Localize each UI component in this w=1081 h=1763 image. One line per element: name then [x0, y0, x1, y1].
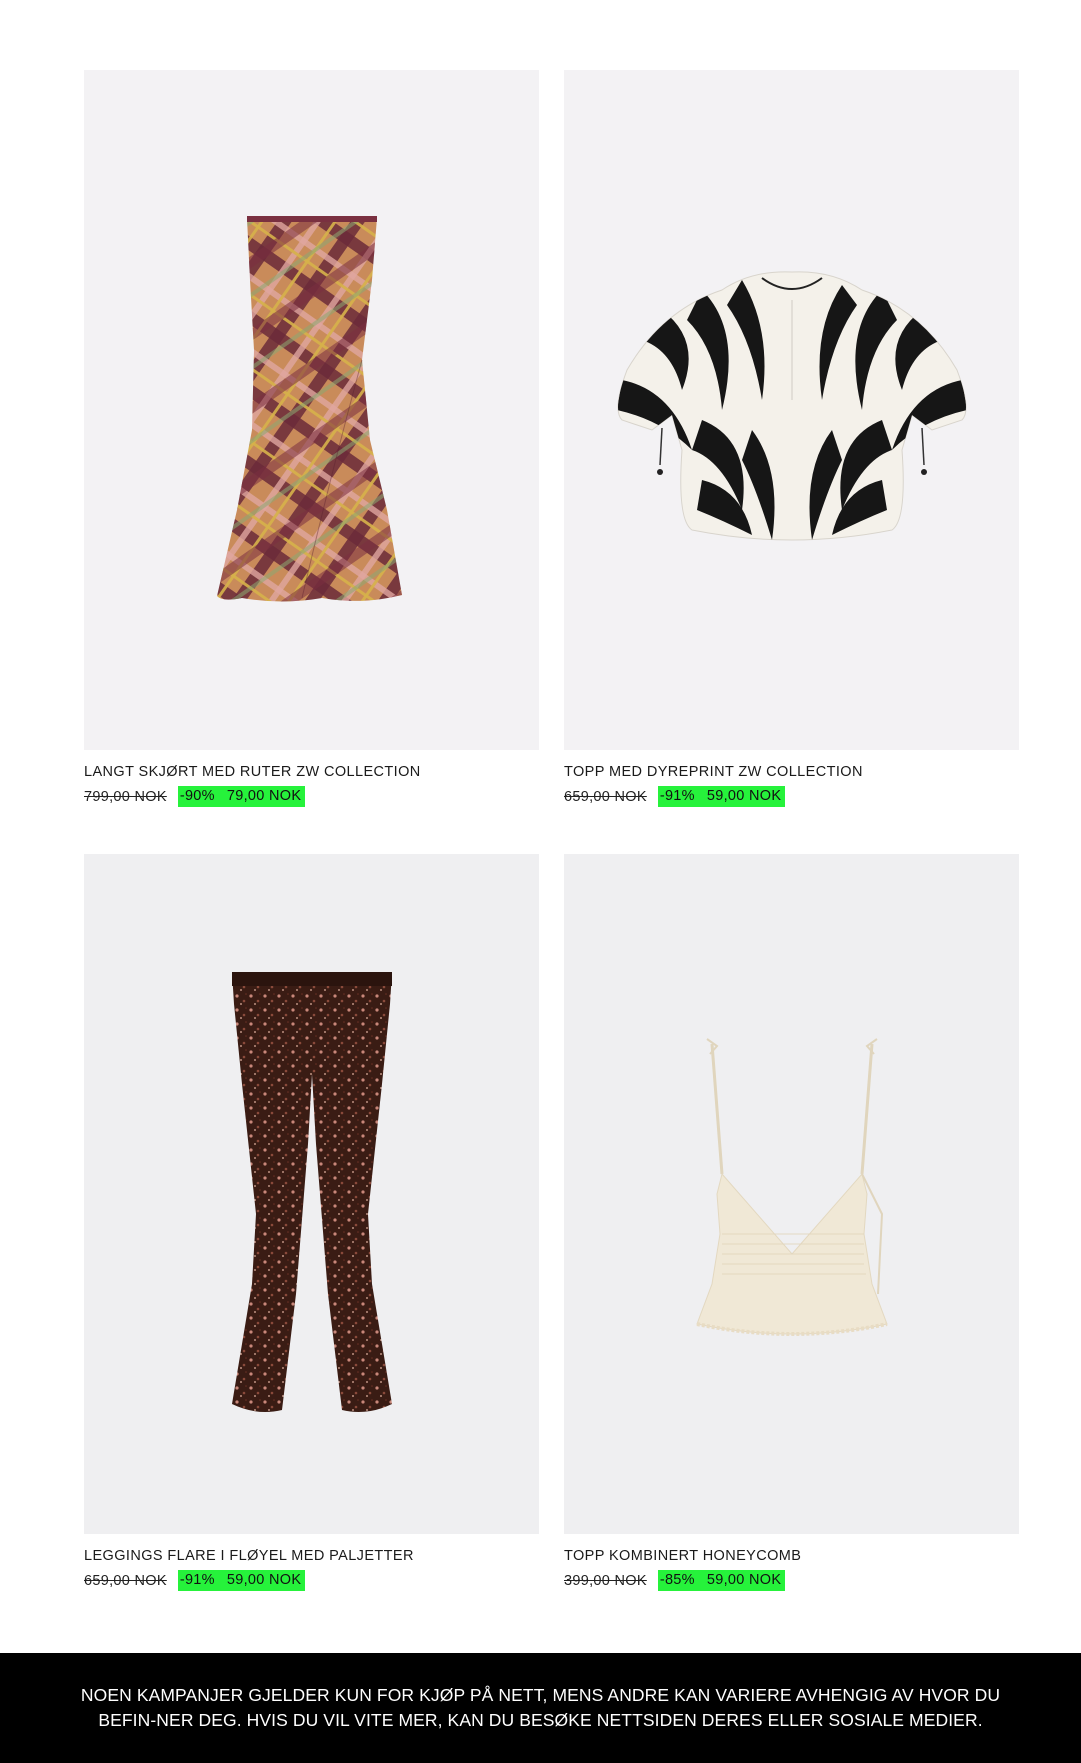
product-image-plaid-skirt[interactable]	[84, 70, 539, 750]
discount-badge: -91% 59,00 NOK	[177, 1570, 306, 1591]
footer-disclaimer: NOEN KAMPANJER GJELDER KUN FOR KJØP PÅ N…	[0, 1653, 1081, 1763]
product-image-zebra-top[interactable]	[564, 70, 1019, 750]
zebra-top-illustration	[617, 271, 966, 541]
discount-badge: -90% 79,00 NOK	[177, 786, 306, 807]
camisole-illustration	[695, 1038, 888, 1336]
sale-price: 59,00 NOK	[706, 1572, 782, 1588]
plaid-skirt-illustration	[216, 216, 402, 602]
product-image-sequin-leggings[interactable]	[84, 854, 539, 1534]
product-title[interactable]: LEGGINGS FLARE I FLØYEL MED PALJETTER	[84, 1548, 414, 1564]
original-price: 799,00 NOK	[84, 788, 167, 805]
discount-percent: -91%	[179, 1572, 215, 1588]
product-card[interactable]: LANGT SKJØRT MED RUTER ZW COLLECTION 799…	[84, 70, 539, 854]
product-card[interactable]: TOPP MED DYREPRINT ZW COLLECTION 659,00 …	[564, 70, 1019, 854]
product-title[interactable]: LANGT SKJØRT MED RUTER ZW COLLECTION	[84, 764, 421, 780]
sale-price: 79,00 NOK	[226, 788, 302, 804]
product-image-cream-camisole[interactable]	[564, 854, 1019, 1534]
price-row: 799,00 NOK -90% 79,00 NOK	[84, 786, 306, 807]
discount-percent: -91%	[659, 788, 695, 804]
price-row: 659,00 NOK -91% 59,00 NOK	[84, 1570, 306, 1591]
product-card[interactable]: LEGGINGS FLARE I FLØYEL MED PALJETTER 65…	[84, 854, 539, 1638]
disclaimer-text: NOEN KAMPANJER GJELDER KUN FOR KJØP PÅ N…	[80, 1685, 1001, 1730]
sale-price: 59,00 NOK	[226, 1572, 302, 1588]
discount-badge: -85% 59,00 NOK	[657, 1570, 786, 1591]
sequin-leggings-illustration	[231, 972, 392, 1412]
original-price: 399,00 NOK	[564, 1572, 647, 1589]
original-price: 659,00 NOK	[564, 788, 647, 805]
price-row: 659,00 NOK -91% 59,00 NOK	[564, 786, 786, 807]
discount-percent: -90%	[179, 788, 215, 804]
original-price: 659,00 NOK	[84, 1572, 167, 1589]
product-title[interactable]: TOPP KOMBINERT HONEYCOMB	[564, 1548, 801, 1564]
product-card[interactable]: TOPP KOMBINERT HONEYCOMB 399,00 NOK -85%…	[564, 854, 1019, 1638]
discount-percent: -85%	[659, 1572, 695, 1588]
sale-price: 59,00 NOK	[706, 788, 782, 804]
product-title[interactable]: TOPP MED DYREPRINT ZW COLLECTION	[564, 764, 863, 780]
discount-badge: -91% 59,00 NOK	[657, 786, 786, 807]
product-grid: LANGT SKJØRT MED RUTER ZW COLLECTION 799…	[84, 70, 1019, 1638]
price-row: 399,00 NOK -85% 59,00 NOK	[564, 1570, 786, 1591]
